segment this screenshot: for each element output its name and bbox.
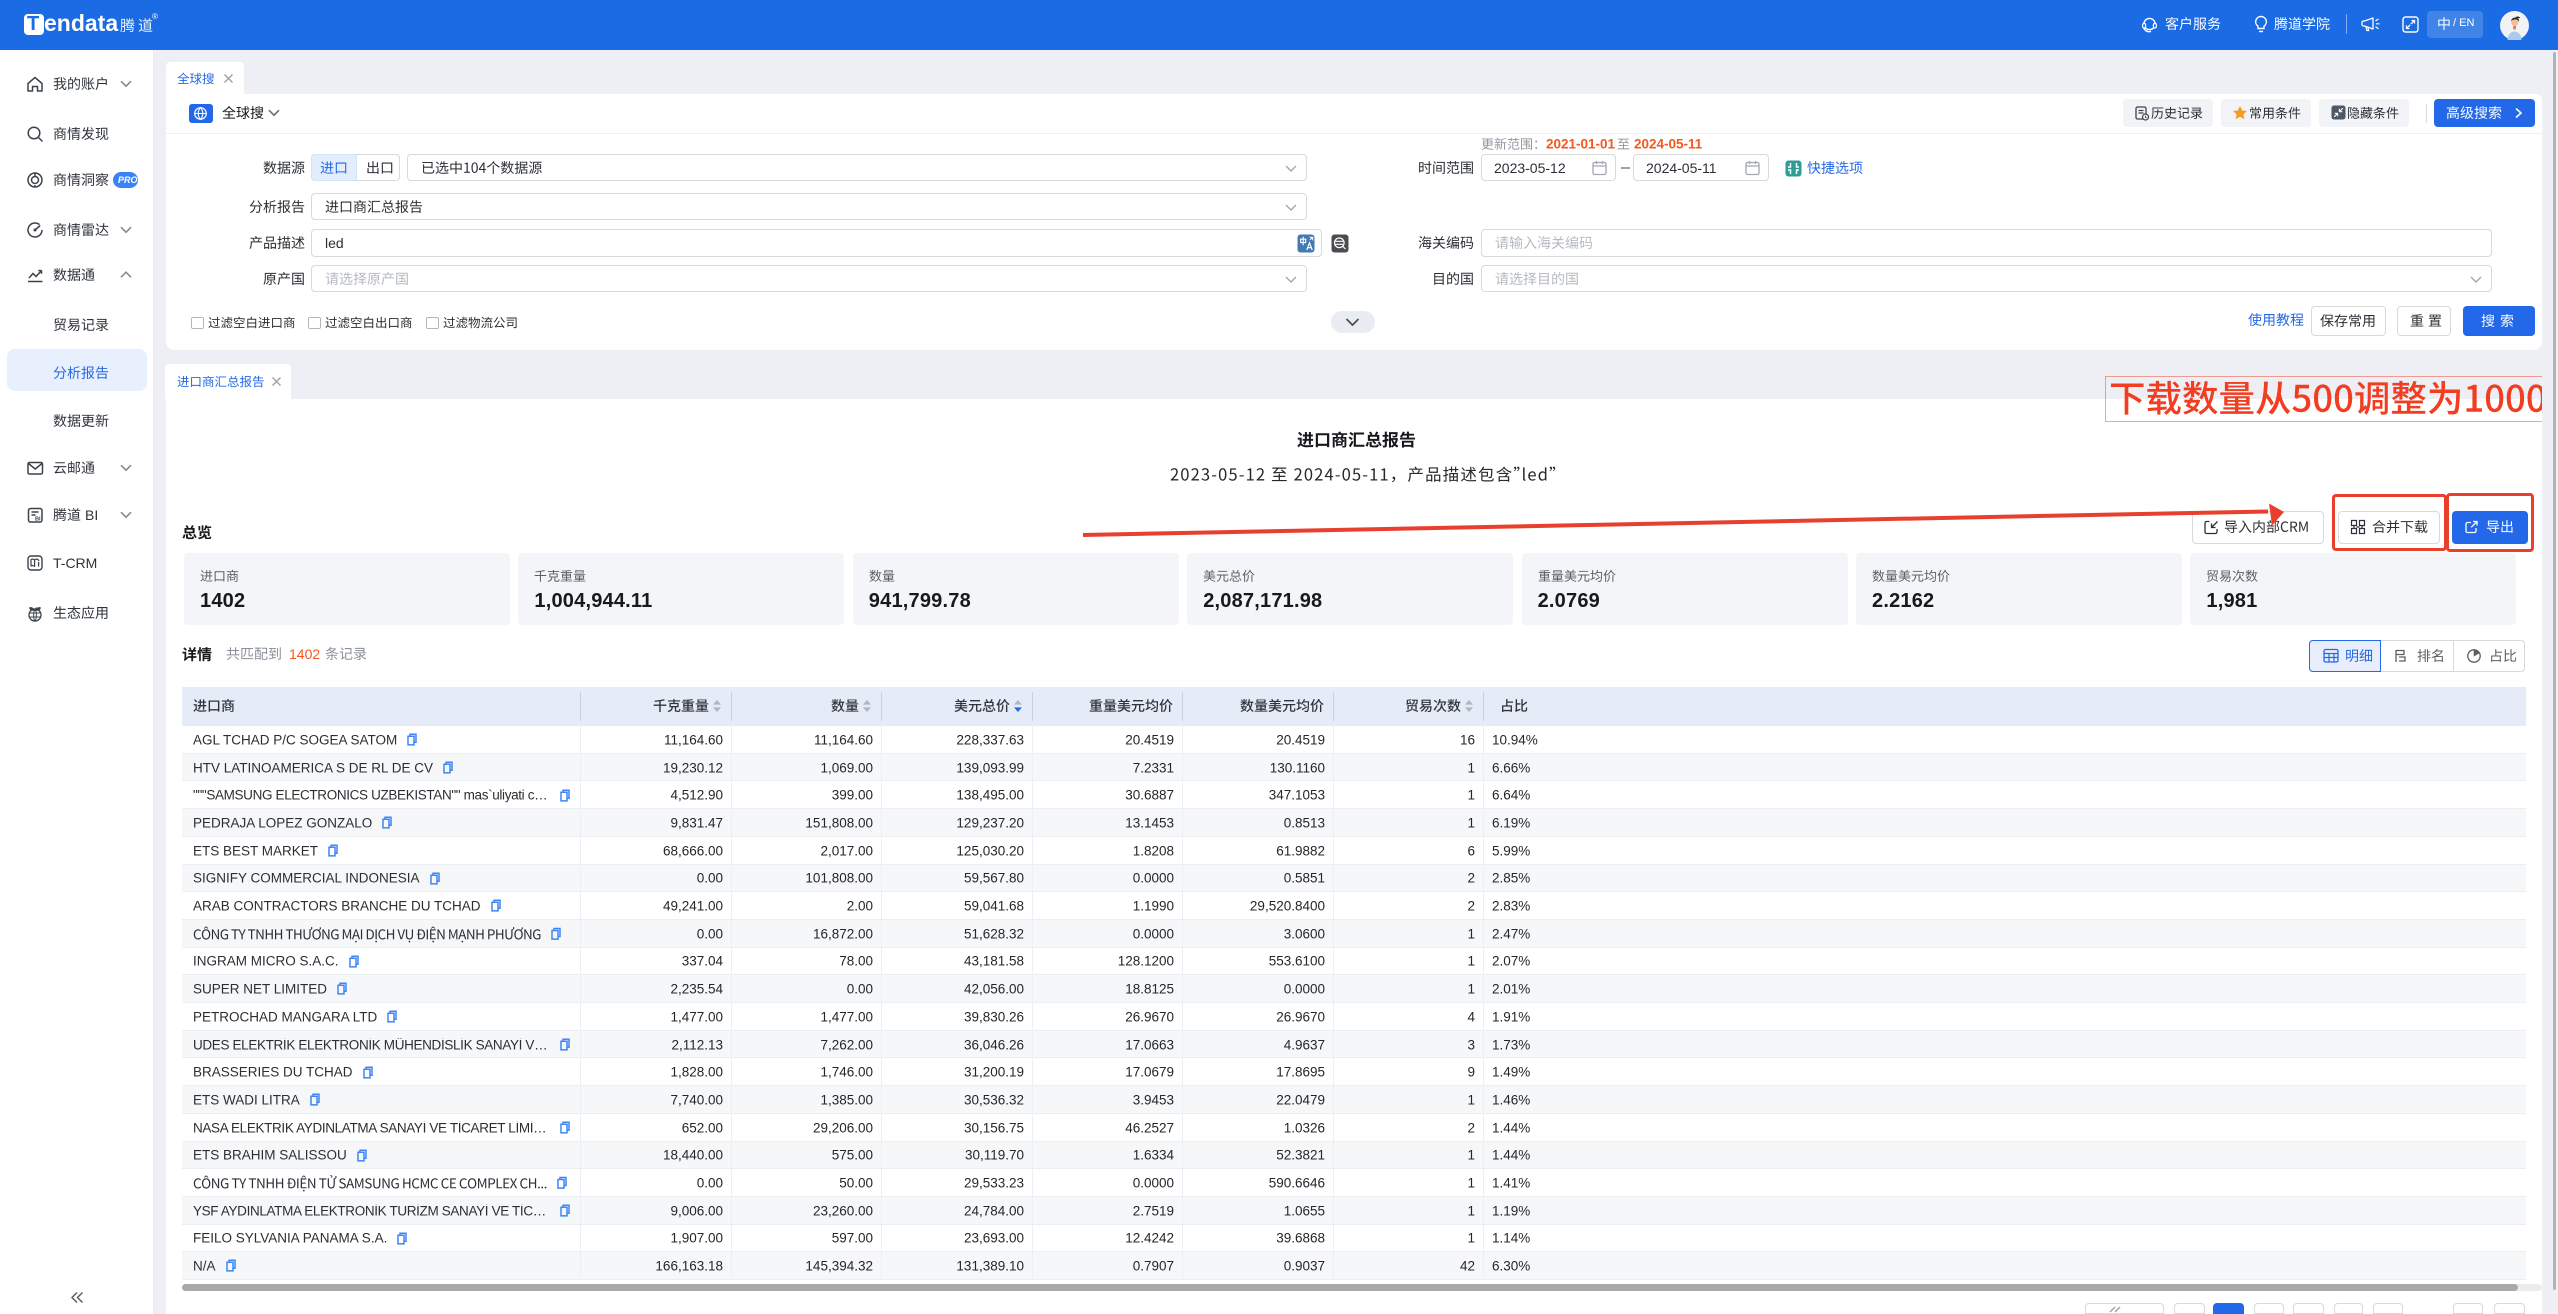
svg-text:BI: BI	[35, 516, 41, 522]
